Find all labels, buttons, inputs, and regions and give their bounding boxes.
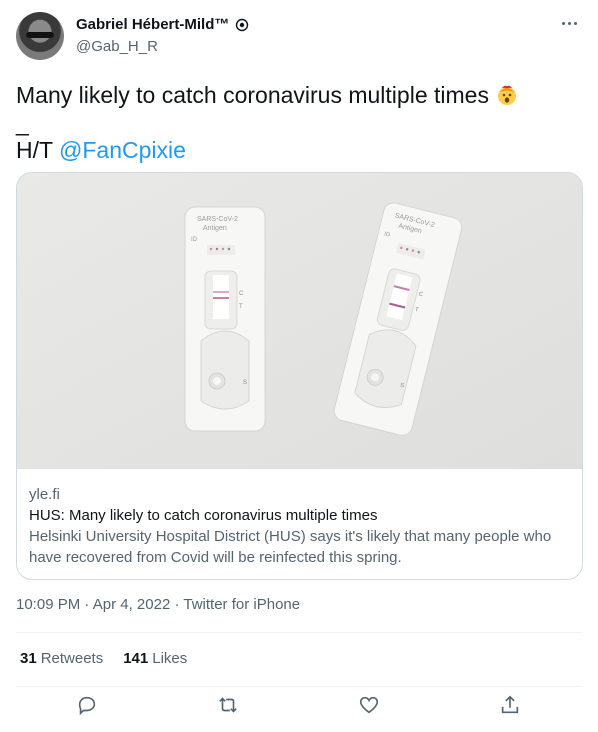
svg-text:S: S (243, 380, 247, 386)
retweet-icon[interactable] (217, 694, 243, 720)
exploding-head-icon (497, 85, 516, 105)
mention-link[interactable]: @FanCpixie (59, 137, 186, 163)
retweets-stat[interactable]: 31 Retweets (20, 650, 103, 667)
action-bar (0, 694, 598, 724)
meta-separator: · (174, 596, 180, 613)
tweet-time[interactable]: 10:09 PM (16, 596, 80, 613)
svg-text:T: T (239, 304, 243, 310)
card-title: HUS: Many likely to catch coronavirus mu… (29, 507, 378, 524)
more-options-icon[interactable] (558, 14, 580, 32)
card-meta: yle.fi HUS: Many likely to catch coronav… (29, 484, 570, 568)
tweet-stats: 31 Retweets 141 Likes (20, 650, 187, 667)
test-cassette-left: SARS-CoV-2 Antigen ID C T S (184, 206, 266, 432)
antigen-test-image: SARS-CoV-2 Antigen ID C T S SARS-CoV-2 A… (17, 173, 582, 469)
tweet-text: Many likely to catch coronavirus multipl… (16, 80, 576, 110)
hat-tip-line: H/T @FanCpixie (16, 135, 186, 165)
retweets-label: Retweets (40, 650, 104, 667)
divider (16, 686, 582, 687)
meta-separator: · (84, 596, 90, 613)
svg-text:SARS-CoV-2: SARS-CoV-2 (197, 216, 238, 223)
likes-count: 141 (123, 650, 149, 667)
likes-label: Likes (152, 650, 188, 667)
card-description-line2: have recovered from Covid will be reinfe… (29, 549, 402, 566)
divider (16, 632, 582, 633)
likes-stat[interactable]: 141 Likes (123, 650, 187, 667)
author-name-row: Gabriel Hébert-Mild™ (76, 16, 249, 33)
tweet-body: Many likely to catch coronavirus multipl… (16, 82, 489, 108)
card-domain: yle.fi (29, 486, 60, 503)
avatar[interactable] (16, 12, 64, 60)
svg-text:ID: ID (191, 237, 198, 243)
link-card[interactable]: SARS-CoV-2 Antigen ID C T S SARS-CoV-2 A… (16, 172, 583, 580)
tweet-source[interactable]: Twitter for iPhone (183, 596, 300, 613)
author-name[interactable]: Gabriel Hébert-Mild™ (76, 16, 229, 33)
avatar-glasses (26, 32, 54, 38)
tweet-separator: _ (16, 110, 29, 136)
tweet-date[interactable]: Apr 4, 2022 (93, 596, 171, 613)
like-icon[interactable] (358, 694, 384, 720)
share-icon[interactable] (499, 694, 525, 720)
card-description-line1: Helsinki University Hospital District (H… (29, 528, 552, 545)
badge-icon (236, 18, 249, 31)
author-handle[interactable]: @Gab_H_R (76, 38, 158, 55)
hat-tip-prefix: H/T (16, 137, 53, 163)
svg-text:Antigen: Antigen (203, 225, 227, 232)
svg-text:C: C (239, 291, 244, 297)
reply-icon[interactable] (76, 694, 102, 720)
tweet-timestamp: 10:09 PM · Apr 4, 2022 · Twitter for iPh… (16, 596, 300, 613)
retweets-count: 31 (20, 650, 37, 667)
